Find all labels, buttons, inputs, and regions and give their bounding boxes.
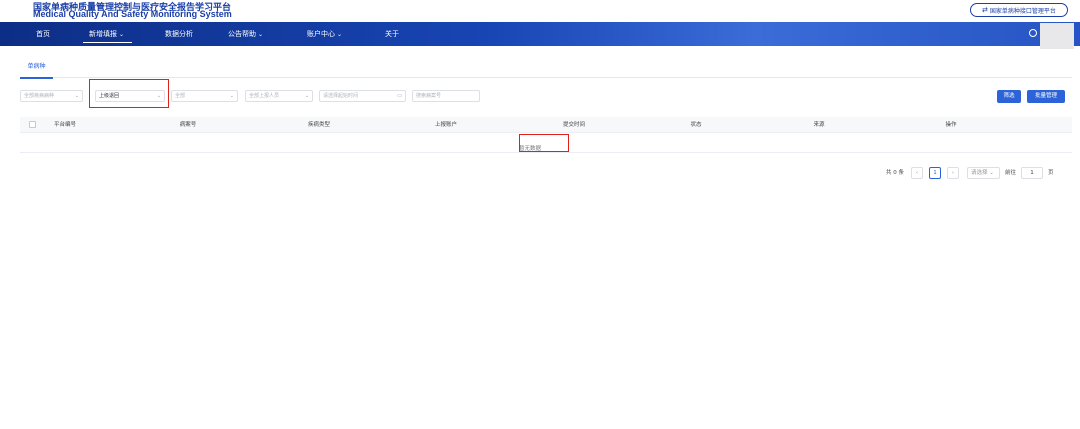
nav-data-analysis[interactable]: 数据分析: [165, 22, 193, 46]
goto-page-input[interactable]: 1: [1021, 167, 1043, 179]
goto-label: 前往: [1005, 170, 1017, 176]
disease-type-select[interactable]: 全部疾病病种 ⌄: [20, 90, 83, 102]
chevron-down-icon: ⌄: [74, 93, 79, 99]
column-actions: 操作: [945, 122, 957, 128]
page-size-select[interactable]: 请选择 ⌄: [967, 167, 1000, 179]
highlight-box: [519, 134, 569, 152]
highlight-box: [89, 79, 169, 108]
pagination-total: 共 0 条: [886, 170, 904, 176]
next-page-button[interactable]: ›: [947, 167, 959, 179]
main-nav: 首页 新增填报 ⌄ 数据分析 公告帮助 ⌄ 账户中心 ⌄ 关于: [0, 22, 1080, 46]
interface-platform-label: 国家单病种接口管理平台: [989, 7, 1056, 15]
select-all-checkbox[interactable]: [29, 121, 36, 128]
interface-platform-button[interactable]: ⇄ 国家单病种接口管理平台: [970, 3, 1068, 17]
user-icon[interactable]: [1029, 29, 1037, 37]
case-number-search[interactable]: 搜索病案号: [412, 90, 480, 102]
chevron-down-icon: ⌄: [119, 31, 125, 38]
batch-manage-button[interactable]: 批量管理: [1027, 90, 1065, 103]
nav-announcements[interactable]: 公告帮助 ⌄: [228, 22, 263, 46]
chevron-down-icon: ⌄: [258, 31, 264, 38]
calendar-icon: ▭: [397, 93, 402, 99]
chevron-down-icon: ⌄: [304, 93, 309, 99]
column-platform-id: 平台编号: [53, 122, 77, 128]
column-submit-time: 提交时间: [562, 122, 586, 128]
app-title-en: Medical Quality And Safety Monitoring Sy…: [33, 9, 232, 19]
chevron-down-icon: ⌄: [229, 93, 234, 99]
nav-home[interactable]: 首页: [36, 22, 50, 46]
chevron-down-icon: ⌄: [987, 170, 994, 176]
prev-page-button[interactable]: ‹: [911, 167, 923, 179]
page-1-button[interactable]: 1: [929, 167, 941, 179]
table-header: 平台编号 病案号 疾病类型 上报账户 提交时间 状态 来源 操作: [20, 117, 1072, 133]
column-source: 来源: [813, 122, 825, 128]
column-disease-type: 疾病类型: [307, 122, 331, 128]
top-header: 国家单病种质量管理控制与医疗安全报告学习平台 Medical Quality A…: [0, 0, 1080, 22]
tab-bar: 单病种: [20, 58, 1072, 79]
start-date-input[interactable]: 请选择起始时间 ▭: [319, 90, 406, 102]
reporter-select[interactable]: 全部上报人员 ⌄: [245, 90, 313, 102]
all-select[interactable]: 全部 ⌄: [171, 90, 238, 102]
tab-single-disease[interactable]: 单病种: [20, 58, 53, 79]
chevron-down-icon: ⌄: [337, 31, 343, 38]
nav-about[interactable]: 关于: [385, 22, 399, 46]
column-case-number: 病案号: [179, 122, 197, 128]
swap-icon: ⇄: [982, 6, 988, 14]
page-suffix: 页: [1048, 170, 1054, 176]
column-report-account: 上报账户: [434, 122, 458, 128]
filter-button[interactable]: 筛选: [997, 90, 1021, 103]
nav-new-report[interactable]: 新增填报 ⌄: [82, 22, 133, 46]
nav-account[interactable]: 账户中心 ⌄: [307, 22, 342, 46]
avatar[interactable]: [1040, 23, 1074, 49]
column-status: 状态: [690, 122, 702, 128]
